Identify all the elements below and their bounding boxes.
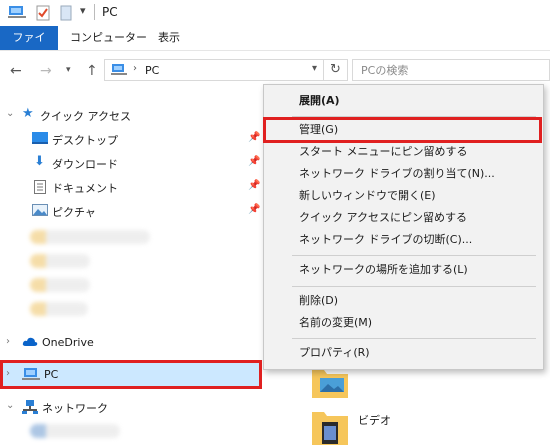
sidebar-item-label: ダウンロード [52,158,118,171]
sidebar-item-quick-access[interactable]: ⌄ ★ クイック アクセス [0,104,262,126]
sidebar-item-desktop[interactable]: デスクトップ 📌 [0,128,262,150]
address-dropdown-icon[interactable]: ▾ [312,63,317,74]
chevron-down-icon[interactable]: ⌄ [6,108,14,119]
up-arrow-icon[interactable]: ↑ [86,63,98,79]
search-box[interactable] [352,59,550,81]
video-folder-icon[interactable] [312,408,348,445]
menu-item-open-new-window[interactable]: 新しいウィンドウで開く(E) [265,185,542,207]
sidebar-item-label: OneDrive [42,336,94,349]
recent-dropdown-icon[interactable]: ▾ [66,65,71,75]
blurred-network-item [30,424,120,438]
navigation-pane: ⌄ ★ クイック アクセス デスクトップ 📌 ⬇ ダウンロード 📌 ドキュメント… [0,90,264,445]
address-bar[interactable]: › PC ▾ [104,59,324,81]
search-input[interactable] [353,60,533,80]
network-icon [22,400,38,417]
menu-separator [292,286,536,287]
sidebar-item-pictures[interactable]: ピクチャ 📌 [0,200,262,222]
window-title: PC [102,5,118,19]
pc-highlight-box [0,360,262,389]
chevron-down-icon[interactable]: ⌄ [6,400,14,411]
ribbon-tabs: ファイル コンピューター 表示 [0,26,550,68]
pc-icon [111,64,127,79]
menu-separator [292,338,536,339]
menu-separator [292,255,536,256]
sidebar-item-label: ドキュメント [52,182,118,195]
blurred-folder-4 [30,302,88,316]
manage-highlight-box [263,117,542,143]
sidebar-item-label: クイック アクセス [40,110,131,123]
pin-icon[interactable]: 📌 [248,204,260,215]
tab-view[interactable]: 表示 [150,26,188,50]
blurred-folder-2 [30,254,90,268]
sidebar-item-label: ピクチャ [52,206,96,219]
star-icon: ★ [22,106,34,121]
sidebar-item-label: ネットワーク [42,402,108,415]
sidebar-item-label: デスクトップ [52,134,118,147]
customize-dropdown-icon[interactable]: ▾ [80,4,86,17]
menu-item-pin-quick-access[interactable]: クイック アクセスにピン留めする [265,207,542,229]
tab-computer[interactable]: コンピューター [62,26,155,50]
sidebar-item-documents[interactable]: ドキュメント 📌 [0,176,262,198]
menu-item-properties[interactable]: プロパティ(R) [265,342,542,364]
pin-icon[interactable]: 📌 [248,180,260,191]
title-bar: ▾ PC [0,0,550,26]
back-arrow-icon[interactable]: ← [10,63,22,79]
blurred-folder-1 [30,230,150,244]
document-icon [34,180,46,197]
menu-item-add-network-location[interactable]: ネットワークの場所を追加する(L) [265,259,542,281]
menu-item-pin-to-start[interactable]: スタート メニューにピン留めする [265,141,542,163]
pin-icon[interactable]: 📌 [248,132,260,143]
forward-arrow-icon[interactable]: → [40,63,52,79]
tab-file[interactable]: ファイル [0,26,58,68]
chevron-right-icon[interactable]: › [6,336,10,347]
blurred-folder-3 [30,278,90,292]
pin-icon[interactable]: 📌 [248,156,260,167]
refresh-icon[interactable]: ↻ [324,59,348,81]
sidebar-item-onedrive[interactable]: › OneDrive [0,332,262,354]
menu-item-map-network-drive[interactable]: ネットワーク ドライブの割り当て(N)... [265,163,542,185]
menu-item-rename[interactable]: 名前の変更(M) [265,312,542,334]
desktop-icon [32,132,48,147]
download-arrow-icon: ⬇ [34,154,45,169]
sidebar-item-network[interactable]: ⌄ ネットワーク [0,396,262,418]
folder-quick-icon[interactable] [60,5,72,24]
menu-item-expand[interactable]: 展開(A) [265,90,542,112]
breadcrumb-separator-icon[interactable]: › [133,63,137,74]
pictures-folder-icon[interactable] [312,366,348,401]
title-divider [94,4,95,20]
pc-icon [8,5,26,22]
picture-icon [32,204,48,219]
cloud-icon [22,337,38,350]
breadcrumb-pc[interactable]: PC [145,64,159,77]
sidebar-item-downloads[interactable]: ⬇ ダウンロード 📌 [0,152,262,174]
checkbox-icon[interactable] [36,5,50,24]
menu-item-delete[interactable]: 削除(D) [265,290,542,312]
menu-item-disconnect-drive[interactable]: ネットワーク ドライブの切断(C)... [265,229,542,251]
video-folder-label[interactable]: ビデオ [358,412,391,428]
